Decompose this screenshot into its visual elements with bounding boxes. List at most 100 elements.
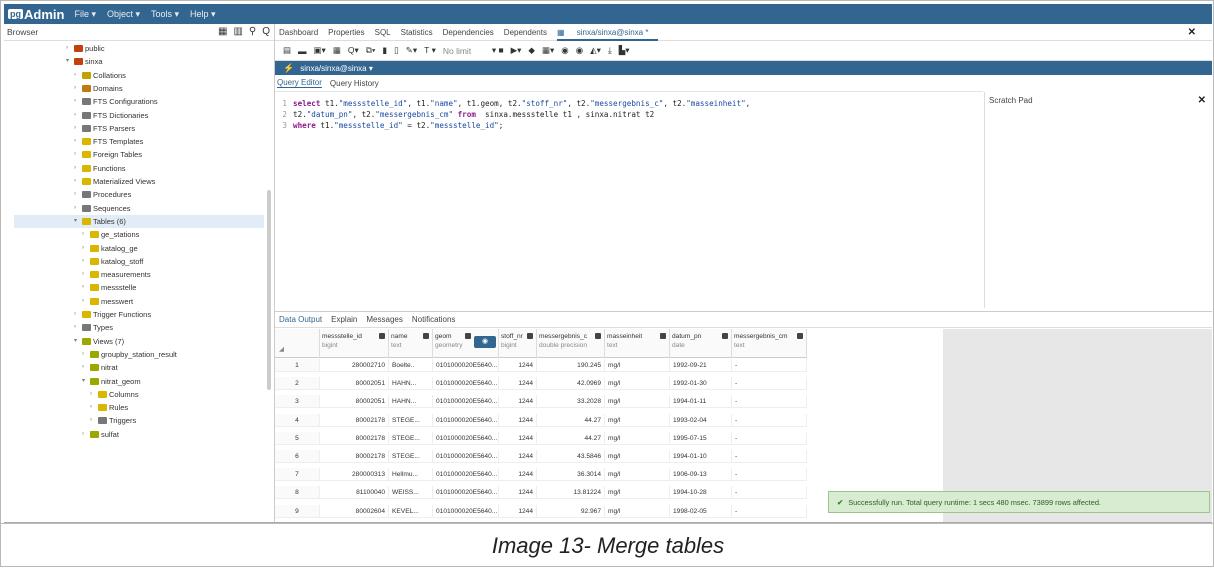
grid-cell[interactable]: 1244	[499, 468, 537, 482]
tab-messages[interactable]: Messages	[366, 315, 402, 324]
grid-cell[interactable]: 80002178	[320, 413, 389, 427]
grid-cell[interactable]: 1993-02-04	[670, 413, 732, 427]
chevron-right-icon[interactable]: ›	[74, 175, 82, 188]
grid-cell[interactable]: Hellmu...	[389, 468, 433, 482]
grid-cell[interactable]: Boelte..	[389, 359, 433, 372]
tree-node[interactable]: › Columns	[90, 388, 139, 401]
tree-node[interactable]: › FTS Templates	[74, 135, 143, 148]
tree-node[interactable]: › Procedures	[74, 188, 131, 201]
rollback-icon[interactable]: ◉	[576, 45, 583, 56]
column-header[interactable]: messergebnis_cm text	[732, 329, 807, 358]
row-number[interactable]: 7	[275, 468, 320, 482]
grid-cell[interactable]: 1244	[499, 431, 537, 445]
chevron-right-icon[interactable]: ›	[74, 95, 82, 108]
tab-query-history[interactable]: Query History	[330, 79, 379, 88]
tree-node[interactable]: › Materialized Views	[74, 175, 155, 188]
scratch-pad[interactable]: Scratch Pad ✕	[984, 92, 1212, 308]
tab-dependents[interactable]: Dependents	[504, 28, 547, 37]
success-notification[interactable]: ✔ Successfully run. Total query runtime:…	[828, 491, 1210, 513]
grid-cell[interactable]: -	[732, 377, 807, 391]
table-icon[interactable]: ▦	[333, 45, 341, 56]
delete-icon[interactable]: ▯	[394, 45, 399, 56]
tab-data-output[interactable]: Data Output	[279, 315, 322, 324]
grid-cell[interactable]: STEGE...	[389, 450, 433, 463]
tree-node[interactable]: ▾ nitrat_geom	[82, 375, 141, 388]
sql-editor[interactable]: 1 select t1. "messstelle_id", t1. "name", t…	[275, 98, 983, 308]
chevron-right-icon[interactable]: ›	[90, 388, 98, 401]
grid-cell[interactable]: 0101000020E5640...	[433, 431, 499, 445]
row-number[interactable]: 1	[275, 359, 320, 372]
grid-cell[interactable]: 13.81224	[537, 486, 605, 500]
chevron-down-icon[interactable]: ▾	[66, 55, 74, 68]
filter-icon[interactable]: ⚲	[249, 26, 256, 37]
tree-node[interactable]: › Functions	[74, 162, 126, 175]
close-tab-icon[interactable]: ✕	[1188, 27, 1196, 38]
download-icon[interactable]: ⤓	[608, 45, 612, 56]
grid-cell[interactable]: 190.245	[537, 359, 605, 372]
grid-cell[interactable]: 80002051	[320, 377, 389, 391]
chevron-right-icon[interactable]: ›	[74, 188, 82, 201]
chevron-right-icon[interactable]: ›	[82, 228, 90, 241]
tree-node[interactable]: › FTS Dictionaries	[74, 109, 148, 122]
tree-node[interactable]: › messstelle	[82, 281, 136, 294]
grid-cell[interactable]: STEGE...	[389, 413, 433, 427]
grid-cell[interactable]: 1244	[499, 504, 537, 518]
tab-explain[interactable]: Explain	[331, 315, 357, 324]
grid-cell[interactable]: 36.3014	[537, 468, 605, 482]
grid-cell[interactable]: 44.27	[537, 431, 605, 445]
explain-analyze-icon[interactable]: ▦▾	[542, 45, 554, 56]
tree-node[interactable]: ▾ sinxa	[66, 55, 103, 68]
menu-file[interactable]: File ▾	[74, 9, 96, 20]
stop-icon[interactable]: ▾ ■	[492, 45, 504, 56]
grid-cell[interactable]: 0101000020E5640...	[433, 450, 499, 463]
column-header[interactable]: masseinheit text	[605, 329, 670, 358]
chevron-right-icon[interactable]: ›	[90, 414, 98, 427]
tree-node[interactable]: ▾ Views (7)	[74, 335, 124, 348]
row-number[interactable]: 4	[275, 413, 320, 427]
grid-cell[interactable]: mg/l	[605, 486, 670, 500]
grid-cell[interactable]: 1244	[499, 395, 537, 409]
tree-node[interactable]: › katalog_stoff	[82, 255, 143, 268]
connection-bar[interactable]: ⚡ sinxa/sinxa@sinxa ▾	[275, 61, 1212, 75]
grid-cell[interactable]: 80002178	[320, 450, 389, 463]
tree-node[interactable]: › Collations	[74, 69, 126, 82]
row-number[interactable]: 6	[275, 450, 320, 463]
grid-cell[interactable]: 33.2028	[537, 395, 605, 409]
filter-icon[interactable]: T ▾	[424, 45, 436, 56]
column-header[interactable]: messstelle_id bigint	[320, 329, 389, 358]
chevron-right-icon[interactable]: ›	[74, 69, 82, 82]
grid-cell[interactable]: mg/l	[605, 395, 670, 409]
grid-cell[interactable]: 1244	[499, 486, 537, 500]
grid-cell[interactable]: 0101000020E5640...	[433, 468, 499, 482]
chevron-right-icon[interactable]: ›	[82, 268, 90, 281]
grid-cell[interactable]: -	[732, 450, 807, 463]
column-header[interactable]: name text	[389, 329, 433, 358]
tab-sql[interactable]: SQL	[375, 28, 391, 37]
column-header[interactable]: messergebnis_c double precision	[537, 329, 605, 358]
tab-notifications[interactable]: Notifications	[412, 315, 456, 324]
grid-cell[interactable]: 80002051	[320, 395, 389, 409]
grid-cell[interactable]: 92.967	[537, 504, 605, 518]
close-scratch-icon[interactable]: ✕	[1198, 92, 1206, 109]
chevron-down-icon[interactable]: ▾	[74, 215, 82, 228]
grid-cell[interactable]: 0101000020E5640...	[433, 413, 499, 427]
folder-icon[interactable]: ▬	[298, 46, 307, 56]
grid-cell[interactable]: 1994-01-10	[670, 450, 732, 463]
row-number[interactable]: 9	[275, 504, 320, 518]
grid-cell[interactable]: 1992-09-21	[670, 359, 732, 372]
grid-cell[interactable]: WEISS...	[389, 486, 433, 500]
grid-cell[interactable]: 42.0969	[537, 377, 605, 391]
grid-cell[interactable]: 0101000020E5640...	[433, 504, 499, 518]
tab-query-tool[interactable]: ▦ sinxa/sinxa@sinxa *	[556, 24, 659, 41]
view-geometry-icon[interactable]: ◉	[474, 336, 496, 348]
chevron-right-icon[interactable]: ›	[82, 348, 90, 361]
grid-cell[interactable]: HAHN...	[389, 395, 433, 409]
edit-icon[interactable]: ✎▾	[406, 45, 417, 56]
chevron-right-icon[interactable]: ›	[74, 162, 82, 175]
tree-node[interactable]: › Types	[74, 321, 113, 334]
grid-cell[interactable]: 81100040	[320, 486, 389, 500]
grid-cell[interactable]: mg/l	[605, 413, 670, 427]
grid-cell[interactable]: -	[732, 431, 807, 445]
tree-node[interactable]: › katalog_ge	[82, 242, 138, 255]
copy-icon[interactable]: ⧉▾	[366, 45, 376, 56]
